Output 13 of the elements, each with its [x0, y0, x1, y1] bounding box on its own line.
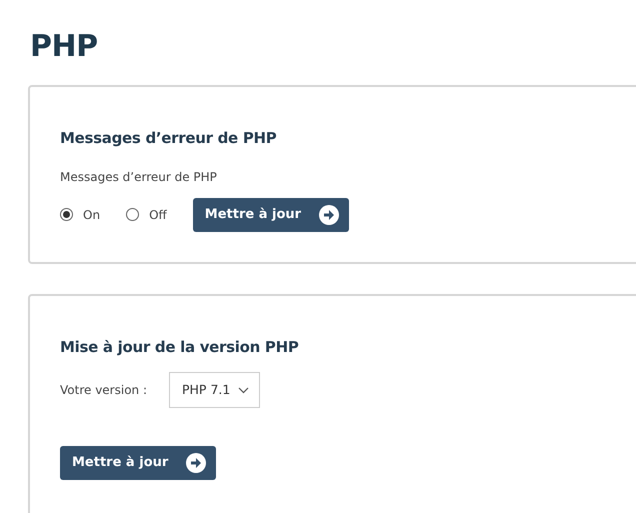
field-label: Votre version :: [60, 382, 147, 399]
radio-option[interactable]: Off: [126, 206, 167, 224]
update-button[interactable]: Mettre à jour: [192, 198, 350, 232]
chevron-icon: [238, 386, 250, 394]
radio-button[interactable]: [60, 208, 73, 221]
version-select[interactable]: PHP 7.1: [169, 372, 260, 408]
section-heading: Mise à jour de la version PHP: [60, 336, 300, 358]
section-heading: Messages d’erreur de PHP: [60, 128, 278, 149]
page-title: PHP: [30, 30, 99, 63]
radio-option[interactable]: On: [60, 206, 100, 224]
update-button[interactable]: Mettre à jour: [60, 446, 216, 480]
field-label: Messages d’erreur de PHP: [60, 168, 218, 186]
radio-button[interactable]: [126, 208, 140, 221]
